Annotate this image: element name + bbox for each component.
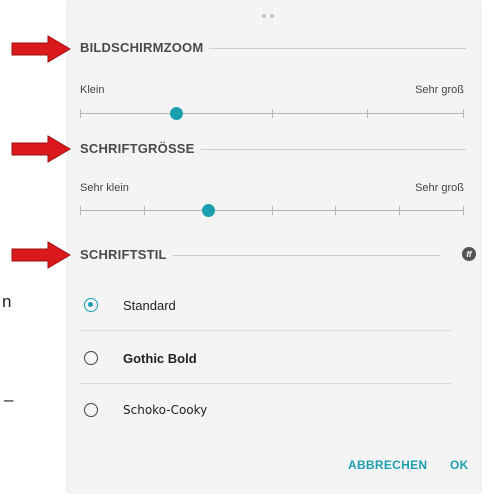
option-label: Gothic Bold	[123, 351, 197, 366]
slider-tick	[144, 206, 145, 215]
option-label: Standard	[123, 298, 176, 313]
option-divider	[80, 330, 452, 331]
font-size-max-label: Sehr groß	[415, 182, 464, 194]
cancel-button[interactable]: ABBRECHEN	[348, 458, 427, 472]
font-size-slider[interactable]	[80, 203, 464, 217]
slider-tick	[335, 206, 336, 215]
font-download-icon[interactable]: ff	[462, 247, 476, 261]
zoom-slider[interactable]	[80, 106, 464, 120]
section-header-zoom: BILDSCHIRMZOOM	[80, 40, 466, 56]
annotation-arrow-icon	[11, 241, 71, 269]
section-header-font-size: SCHRIFTGRÖSSE	[80, 141, 466, 157]
slider-thumb[interactable]	[170, 107, 183, 120]
font-style-option[interactable]: Schoko-Cooky	[84, 397, 454, 425]
radio-button[interactable]	[84, 403, 98, 417]
radio-button[interactable]	[84, 298, 98, 312]
section-title: SCHRIFTSTIL	[80, 247, 173, 263]
radio-button[interactable]	[84, 351, 98, 365]
display-settings-dialog: BILDSCHIRMZOOM Klein Sehr groß SCHRIFTGR…	[68, 0, 480, 494]
background-text-fragment: –	[4, 390, 14, 409]
zoom-min-label: Klein	[80, 84, 105, 96]
slider-tick	[272, 109, 273, 118]
slider-tick	[272, 206, 273, 215]
slider-tick	[463, 206, 464, 215]
font-style-option[interactable]: Standard	[84, 292, 454, 320]
font-style-option[interactable]: Gothic Bold	[84, 345, 454, 373]
background-text-fragment: n	[2, 292, 12, 311]
zoom-max-label: Sehr groß	[415, 84, 464, 96]
slider-tick	[463, 109, 464, 118]
slider-tick	[367, 109, 368, 118]
section-header-font-style: SCHRIFTSTIL	[80, 247, 440, 263]
slider-thumb[interactable]	[202, 204, 215, 217]
option-label: Schoko-Cooky	[123, 403, 208, 417]
ok-button[interactable]: OK	[450, 458, 469, 472]
annotation-arrow-icon	[11, 135, 71, 163]
page-indicator	[262, 14, 274, 18]
annotation-arrow-icon	[11, 35, 71, 63]
slider-tick	[80, 109, 81, 118]
slider-tick	[399, 206, 400, 215]
section-title: BILDSCHIRMZOOM	[80, 40, 210, 56]
font-size-min-label: Sehr klein	[80, 182, 129, 194]
section-title: SCHRIFTGRÖSSE	[80, 141, 201, 157]
option-divider	[80, 383, 452, 384]
slider-tick	[80, 206, 81, 215]
